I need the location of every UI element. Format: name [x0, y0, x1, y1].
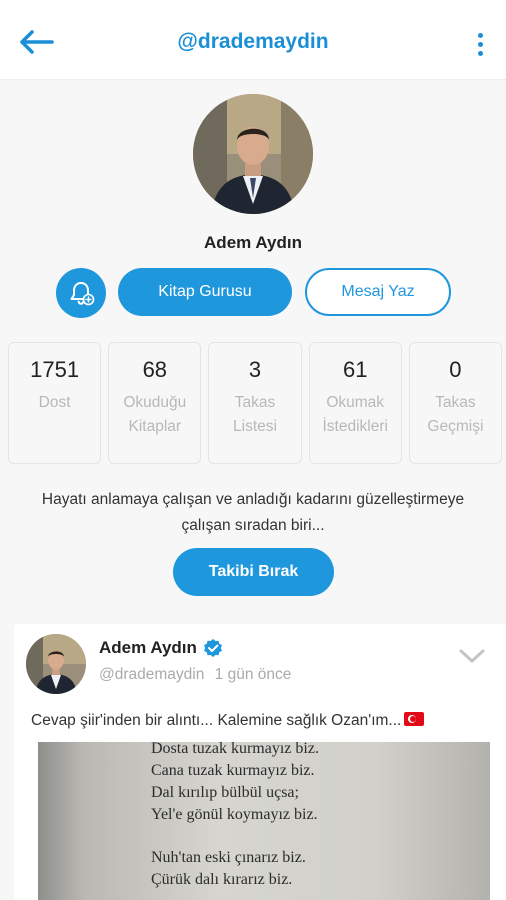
kitap-gurusu-button[interactable]: Kitap Gurusu: [118, 268, 292, 316]
post-author[interactable]: Adem Aydın: [99, 638, 223, 658]
poem-line: Yel'e gönül koymayız biz.: [151, 806, 318, 823]
stat-value: 61: [342, 357, 368, 382]
stat-swap-list[interactable]: 3 Takas Listesi: [208, 342, 302, 464]
bell-plus-icon: [70, 282, 95, 306]
chevron-down-icon: [459, 649, 485, 663]
page-title: @drademaydin: [177, 30, 329, 53]
stat-swap-history[interactable]: 0 Takas Geçmişi: [408, 342, 503, 464]
message-button[interactable]: Mesaj Yaz: [305, 268, 451, 316]
stat-label: Takas Geçmişi: [427, 394, 484, 435]
post-handle: @drademaydin: [99, 666, 205, 683]
more-options-button[interactable]: [468, 26, 492, 62]
post-options-button[interactable]: [458, 646, 486, 666]
more-vertical-icon: [477, 32, 483, 38]
stat-value: 1751: [30, 357, 80, 382]
post-author-name: Adem Aydın: [99, 638, 197, 657]
poem-line: Dal kırılıp bülbül uçsa;: [151, 784, 299, 801]
profile-photo: [193, 94, 313, 214]
stat-label: Dost: [38, 394, 71, 411]
stat-friends[interactable]: 1751 Dost: [8, 342, 102, 464]
profile-name: Adem Aydın: [204, 233, 302, 252]
post-meta: @drademaydin 1 gün önce: [99, 666, 291, 684]
top-app-bar: @drademaydin: [0, 0, 506, 80]
poem-line: Nuh'tan eski çınarız biz.: [151, 849, 306, 866]
stat-want-to-read[interactable]: 61 Okumak İstedikleri: [308, 342, 402, 464]
post-image[interactable]: Dosta tuzak kurmayız biz. Cana tuzak kur…: [38, 742, 490, 900]
post-card: Adem Aydın @drademaydin 1 gün önce Cevap…: [14, 624, 506, 900]
stat-read-books[interactable]: 68 Okuduğu Kitaplar: [108, 342, 202, 464]
profile-avatar[interactable]: [193, 94, 313, 214]
turkey-flag-icon: [404, 712, 425, 726]
poem-line: Cana tuzak kurmayız biz.: [151, 762, 315, 779]
notification-toggle-button[interactable]: [56, 268, 106, 318]
poem-text: Dosta tuzak kurmayız biz. Cana tuzak kur…: [151, 742, 319, 891]
post-author-avatar[interactable]: [26, 634, 86, 694]
profile-bio: Hayatı anlamaya çalışan ve anladığı kada…: [41, 491, 465, 534]
stat-label: Takas Listesi: [233, 394, 277, 435]
verified-check-icon: [203, 639, 222, 657]
poem-line: Dosta tuzak kurmayız biz.: [151, 742, 319, 757]
stat-value: 0: [449, 357, 462, 382]
post-text: Cevap şiir'inden bir alıntı... Kalemine …: [31, 712, 492, 730]
stat-value: 3: [248, 357, 262, 382]
stat-label: Okuduğu Kitaplar: [123, 394, 187, 435]
stat-value: 68: [142, 357, 168, 382]
post-time: 1 gün önce: [214, 666, 292, 683]
stat-label: Okumak İstedikleri: [322, 394, 388, 435]
profile-stats: 1751 Dost 68 Okuduğu Kitaplar 3 Takas Li…: [8, 342, 503, 464]
post-text-content: Cevap şiir'inden bir alıntı... Kalemine …: [31, 712, 402, 729]
poem-line: Çürük dalı kırarız biz.: [151, 871, 293, 888]
unfollow-button[interactable]: Takibi Bırak: [173, 548, 334, 596]
post-author-photo: [26, 634, 86, 694]
